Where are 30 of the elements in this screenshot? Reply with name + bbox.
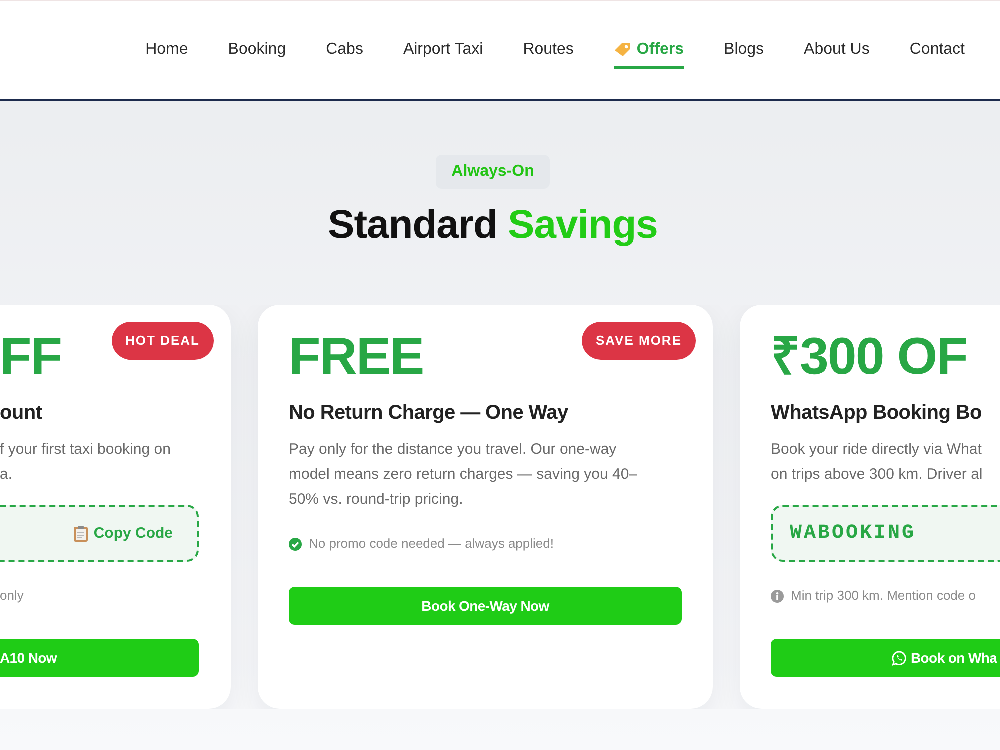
nav-link[interactable]: Airport Taxi [403, 40, 484, 69]
nav-link[interactable]: Blogs [724, 40, 764, 69]
chat-phone-icon [892, 650, 907, 666]
nav-link[interactable]: Contact [910, 40, 965, 69]
offer-description: Book your ride directly via What on trips above 300 km. Driver al [771, 440, 983, 485]
offer-value: FREE [289, 327, 424, 387]
section-heading: Standard Savings [328, 202, 658, 249]
offer-note: No promo code needed — always applied! [309, 535, 554, 553]
clipboard-icon [74, 526, 88, 542]
nav-link[interactable]: About Us [804, 40, 870, 69]
offer-description: Pay only for the distance you travel. Our one-way model means zero return charges — saving you 40– 50% vs. round-trip pricing. [289, 440, 638, 510]
offer-title: WhatsApp Booking Bo [771, 401, 982, 426]
offer-note: Min trip 300 km. Mention code o [791, 587, 976, 605]
offer-badge: HOT DEAL [112, 322, 214, 360]
tag-icon [614, 43, 631, 57]
nav-link[interactable]: Routes [523, 40, 574, 69]
offer-description: f your first taxi booking on a. [0, 440, 171, 485]
section-tag: Always-On [436, 155, 550, 189]
nav-link[interactable]: Cabs [326, 40, 364, 69]
info-icon [771, 590, 784, 602]
nav-link[interactable]: Booking [228, 40, 286, 69]
offer-title: ount [0, 401, 42, 426]
offer-title: No Return Charge — One Way [289, 401, 568, 426]
check-circle-icon [289, 538, 302, 550]
promo-code: WABOOKING [790, 522, 916, 545]
offer-note: only [0, 587, 24, 605]
offer-value: ₹300 OF [771, 327, 968, 387]
offer-badge: SAVE MORE [582, 322, 696, 360]
nav-link[interactable]: Home [146, 40, 188, 69]
offer-value: FF [0, 327, 62, 387]
